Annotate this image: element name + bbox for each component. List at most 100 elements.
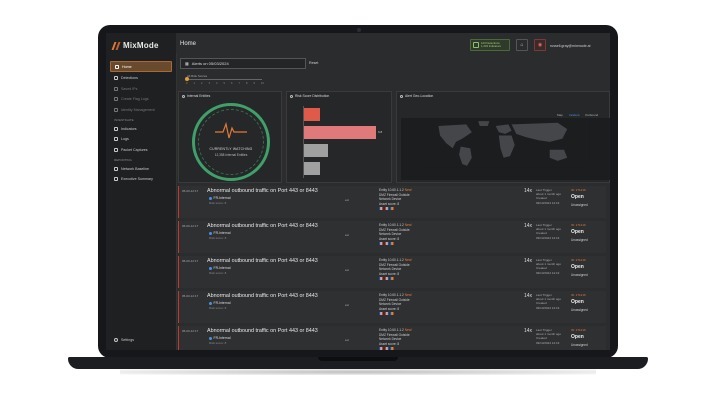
tag-dot-icon bbox=[209, 301, 212, 305]
table-row[interactable]: 05-03-12:17 Abnormal outbound traffic on… bbox=[178, 291, 606, 323]
entity-asset-score: Asset score: 8 bbox=[379, 306, 400, 311]
row-count: 14x bbox=[524, 293, 533, 299]
sidebar-item-label: Create Flag Logs bbox=[121, 97, 149, 101]
status-badge[interactable]: Open bbox=[571, 334, 584, 340]
risk-tick: 6 bbox=[231, 82, 233, 85]
risk-bar[interactable] bbox=[304, 162, 320, 175]
nav-section-investigate: INVESTIGATE bbox=[114, 118, 134, 122]
row-count: 14x bbox=[524, 328, 533, 334]
geo-location-title: Alert Geo-Location bbox=[400, 94, 433, 98]
row-id[interactable]: ID: 171216 bbox=[571, 328, 586, 332]
country-flags bbox=[379, 347, 479, 350]
user-button[interactable]: ◉ bbox=[534, 39, 546, 51]
logo[interactable]: MixMode bbox=[112, 41, 159, 50]
risk-distribution-title-text: Risk Score Distribution bbox=[295, 94, 330, 98]
pin-button[interactable]: ⌂ bbox=[516, 39, 528, 51]
entity-ip[interactable]: Entity 10.60.1.1.2 bbox=[379, 328, 404, 332]
row-id[interactable]: ID: 171216 bbox=[571, 188, 586, 192]
sidebar-item-packet-captures[interactable]: Packet Captures bbox=[110, 145, 172, 154]
sidebar-item-label: Home bbox=[122, 64, 132, 69]
world-map[interactable] bbox=[401, 118, 610, 180]
sidebar-item-label: Logs bbox=[121, 137, 129, 141]
sidebar-item-create-flag-logs[interactable]: Create Flag Logs bbox=[110, 95, 172, 104]
watching-count: 12,358 Internal Entities bbox=[214, 153, 248, 157]
entity-ip[interactable]: Entity 10.60.1.1.2 bbox=[379, 293, 404, 297]
sidebar-item-logs[interactable]: Logs bbox=[110, 135, 172, 144]
row-risk-score: Risk score: 8 bbox=[209, 341, 227, 345]
risk-tick: 5 bbox=[223, 82, 225, 85]
donut-inner-ring bbox=[198, 109, 264, 175]
risk-bar[interactable] bbox=[304, 108, 320, 121]
status-badge[interactable]: Open bbox=[571, 194, 584, 200]
risk-tick: 3 bbox=[208, 82, 210, 85]
row-trigger: Last Trigger about 1 month ago Created 0… bbox=[536, 293, 576, 310]
row-time: 05-03-12:17 bbox=[182, 224, 199, 228]
entity-new-badge: New! bbox=[404, 223, 412, 227]
map-tab-incident[interactable]: Incident bbox=[569, 113, 580, 117]
flag-icon bbox=[379, 207, 383, 211]
map-tab-map[interactable]: Map bbox=[557, 113, 563, 117]
table-row[interactable]: 05-03-12:17 Abnormal outbound traffic on… bbox=[178, 221, 606, 253]
row-assignee[interactable]: Unassigned bbox=[571, 273, 588, 277]
country-flags bbox=[379, 277, 479, 281]
row-id[interactable]: ID: 171216 bbox=[571, 258, 586, 262]
entity-ip[interactable]: Entity 10.60.1.1.2 bbox=[379, 223, 404, 227]
row-id[interactable]: ID: 171216 bbox=[571, 223, 586, 227]
table-row[interactable]: 05-03-12:17 Abnormal outbound traffic on… bbox=[178, 326, 606, 350]
reset-button[interactable]: Reset bbox=[309, 61, 318, 65]
row-id[interactable]: ID: 171216 bbox=[571, 293, 586, 297]
row-assignee[interactable]: Unassigned bbox=[571, 203, 588, 207]
risk-distribution-title: Risk Score Distribution bbox=[290, 94, 329, 98]
row-title[interactable]: Abnormal outbound traffic on Port 443 or… bbox=[207, 293, 318, 299]
tag-dot-icon bbox=[209, 266, 212, 270]
sidebar-item-home[interactable]: Home bbox=[110, 61, 172, 72]
created-value: 09/13/2024 12:19 bbox=[536, 305, 560, 310]
risk-bar[interactable] bbox=[304, 126, 376, 139]
risk-bar[interactable] bbox=[304, 144, 328, 157]
status-badge[interactable]: Open bbox=[571, 299, 584, 305]
settings-link[interactable]: Settings bbox=[114, 338, 134, 342]
row-ext: ext bbox=[345, 338, 350, 342]
status-badge[interactable]: Open bbox=[571, 229, 584, 235]
date-filter[interactable]: ▦ Alerts on 05/03/2024 bbox=[180, 58, 306, 69]
sidebar-item-detections[interactable]: Detections bbox=[110, 74, 172, 83]
risk-distribution-panel: Risk Score Distribution 9.8 bbox=[286, 91, 392, 183]
user-email[interactable]: russell.gray@mixmode.ai bbox=[550, 44, 590, 48]
detections-notification[interactable]: 123 Detections 1,234 Indicators bbox=[470, 39, 510, 51]
row-entity: Entity 10.60.1.1.2 New! DMZ Firewall Out… bbox=[379, 328, 479, 350]
sidebar-item-identity-management[interactable]: Identity Management bbox=[110, 105, 172, 114]
risk-slider-handle[interactable] bbox=[185, 77, 189, 81]
sidebar-item-label: Indicators bbox=[121, 126, 137, 131]
entity-asset-score: Asset score: 8 bbox=[379, 201, 400, 206]
row-title[interactable]: Abnormal outbound traffic on Port 443 or… bbox=[207, 223, 318, 229]
entity-ip[interactable]: Entity 10.60.1.1.2 bbox=[379, 188, 404, 192]
risk-score-slider[interactable]: All Risk Scores 0 1 2 3 4 5 6 7 8 9 10 bbox=[182, 73, 264, 87]
risk-slider-track[interactable] bbox=[186, 79, 262, 80]
entity-asset-score: Asset score: 8 bbox=[379, 341, 400, 346]
sidebar-item-indicators[interactable]: Indicators bbox=[110, 124, 172, 133]
map-tab-outbound[interactable]: Outbound bbox=[585, 113, 598, 117]
row-title[interactable]: Abnormal outbound traffic on Port 443 or… bbox=[207, 328, 318, 334]
sidebar-item-saved-ips[interactable]: Saved IPs bbox=[110, 84, 172, 93]
row-assignee[interactable]: Unassigned bbox=[571, 308, 588, 312]
sidebar-item-network-baseline[interactable]: Network Baseline bbox=[110, 164, 172, 173]
created-value: 09/13/2024 12:19 bbox=[536, 340, 560, 345]
row-ext: ext bbox=[345, 198, 350, 202]
flag-icon bbox=[379, 347, 383, 350]
table-row[interactable]: 05-03-12:17 Abnormal outbound traffic on… bbox=[178, 186, 606, 218]
row-assignee[interactable]: Unassigned bbox=[571, 343, 588, 347]
sidebar-item-label: Network Baseline bbox=[121, 166, 149, 171]
status-badge[interactable]: Open bbox=[571, 264, 584, 270]
row-title[interactable]: Abnormal outbound traffic on Port 443 or… bbox=[207, 188, 318, 194]
flag-icon bbox=[379, 277, 383, 281]
entity-asset-score: Asset score: 8 bbox=[379, 271, 400, 276]
sidebar-item-label: Identity Management bbox=[121, 107, 155, 112]
row-title[interactable]: Abnormal outbound traffic on Port 443 or… bbox=[207, 258, 318, 264]
row-assignee[interactable]: Unassigned bbox=[571, 238, 588, 242]
logo-text: MixMode bbox=[123, 41, 159, 50]
table-row[interactable]: 05-03-12:17 Abnormal outbound traffic on… bbox=[178, 256, 606, 288]
entity-asset-score: Asset score: 8 bbox=[379, 236, 400, 241]
entity-ip[interactable]: Entity 10.60.1.1.2 bbox=[379, 258, 404, 262]
summary-icon bbox=[114, 177, 118, 181]
sidebar-item-executive-summary[interactable]: Executive Summary bbox=[110, 175, 172, 184]
